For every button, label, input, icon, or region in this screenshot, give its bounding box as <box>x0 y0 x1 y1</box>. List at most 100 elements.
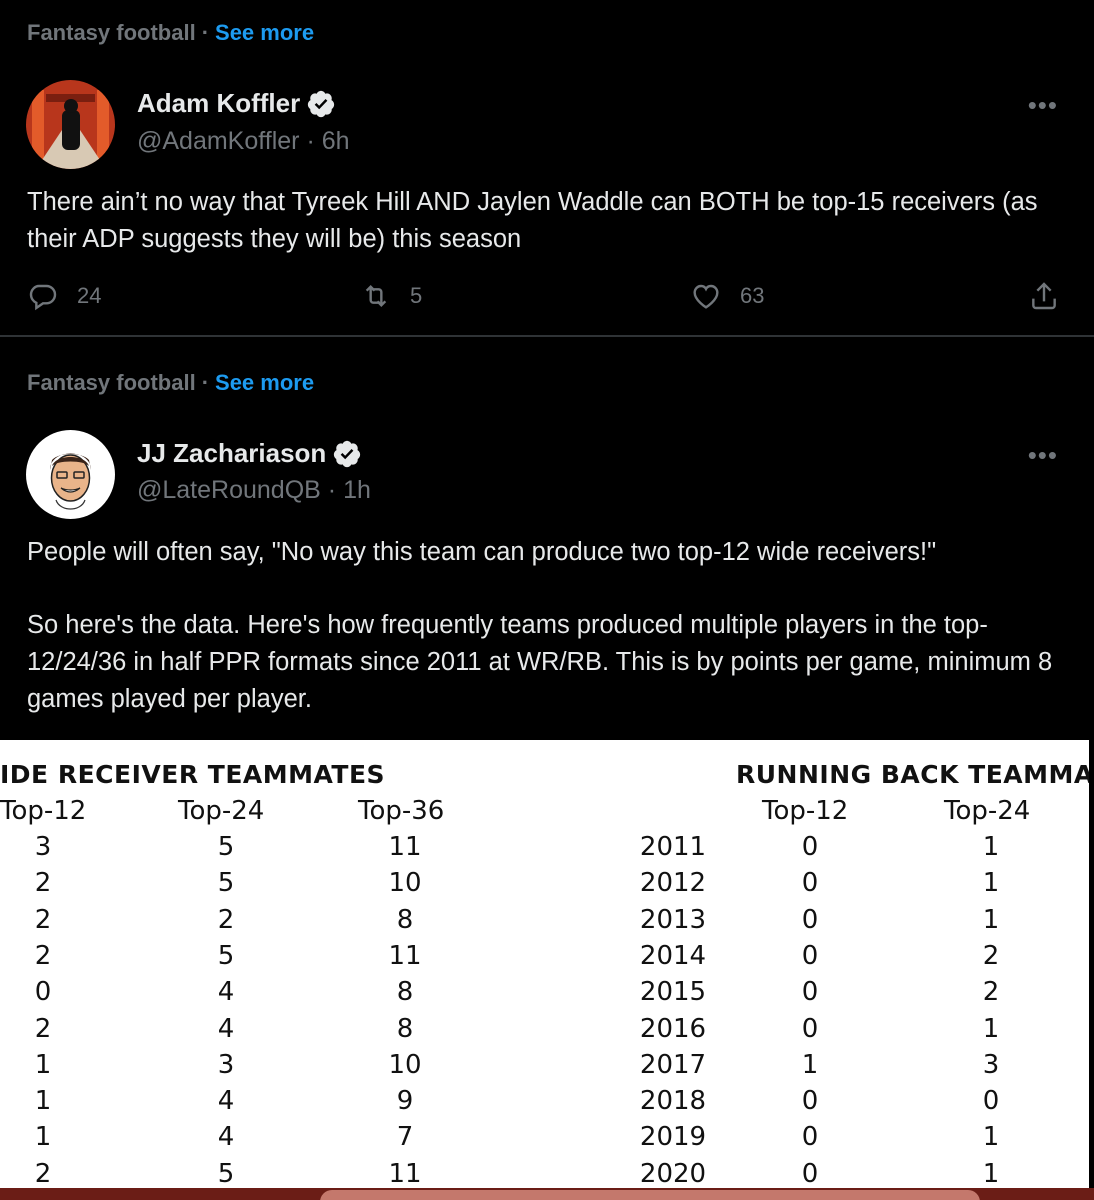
tweet-jj-zachariason[interactable]: Fantasy football · See more JJ Zachariason… <box>0 338 1094 740</box>
rb-top12-cell: 0 <box>801 940 819 971</box>
avatar-cartoon-icon <box>26 430 115 519</box>
retweet-icon <box>365 284 387 308</box>
wr-top24-cell: 2 <box>217 904 235 935</box>
tweet-media-table[interactable]: IDE RECEIVER TEAMMATES RUNNING BACK TEAM… <box>0 740 1089 1188</box>
rb-header-top12: Top-12 <box>762 796 849 826</box>
separator: · <box>201 20 210 45</box>
rb-top12-cell: 0 <box>801 904 819 935</box>
wr-top12-cell: 2 <box>34 1158 52 1188</box>
wr-top36-cell: 10 <box>388 1049 422 1080</box>
rb-top24-cell: 1 <box>982 868 1000 899</box>
wr-header-top12: Top-12 <box>0 796 87 826</box>
rb-top24-cell: 3 <box>982 1049 1000 1080</box>
tweet-adam-koffler[interactable]: Fantasy football · See more Adam Koffler @… <box>0 0 1094 337</box>
wr-top24-cell: 4 <box>217 977 235 1008</box>
wr-top24-cell: 4 <box>217 1013 235 1044</box>
wr-top24-cell: 5 <box>217 832 235 862</box>
wr-top24-cell: 5 <box>217 1158 235 1188</box>
reply-icon <box>29 284 57 311</box>
rb-top12-cell: 1 <box>801 1049 819 1080</box>
year-cell: 2011 <box>639 832 707 862</box>
wr-top36-cell: 10 <box>388 868 422 899</box>
rb-top12-cell: 0 <box>801 1158 819 1188</box>
see-more-link[interactable]: See more <box>215 20 314 45</box>
separator: · <box>327 476 337 504</box>
see-more-link[interactable]: See more <box>215 370 314 395</box>
wr-top36-cell: 11 <box>388 1158 422 1188</box>
year-cell: 2019 <box>639 1122 707 1153</box>
like-count: 63 <box>740 283 765 308</box>
author-name-row: Adam Koffler <box>137 88 336 119</box>
wr-top36-cell: 11 <box>388 940 422 971</box>
wr-top36-cell: 11 <box>388 832 422 862</box>
wr-top12-cell: 1 <box>34 1122 52 1153</box>
author-name[interactable]: Adam Koffler <box>137 88 300 119</box>
reply-count: 24 <box>77 283 102 308</box>
year-cell: 2018 <box>639 1086 707 1117</box>
author-handle[interactable]: @AdamKoffler <box>137 127 300 155</box>
topic-context: Fantasy football · See more <box>27 20 314 46</box>
rb-top12-cell: 0 <box>801 1013 819 1044</box>
wr-top12-cell: 2 <box>34 1013 52 1044</box>
wr-header-top24: Top-24 <box>178 796 265 826</box>
retweet-button[interactable]: 5 <box>360 280 422 312</box>
heart-icon <box>693 284 719 309</box>
wr-top36-cell: 8 <box>396 977 414 1008</box>
rb-top12-cell: 0 <box>801 832 819 862</box>
rb-top12-cell: 0 <box>801 1122 819 1153</box>
rb-top24-cell: 0 <box>982 1086 1000 1117</box>
author-handle[interactable]: @LateRoundQB <box>137 476 321 504</box>
year-cell: 2015 <box>639 977 707 1008</box>
author-handle-row: @LateRoundQB · 1h <box>137 476 371 505</box>
wr-top12-cell: 1 <box>34 1049 52 1080</box>
wr-top24-cell: 5 <box>217 868 235 899</box>
tweet-body: There ain’t no way that Tyreek Hill AND … <box>27 188 1038 253</box>
verified-badge-icon <box>308 90 335 117</box>
more-options-button[interactable]: ••• <box>1028 90 1058 121</box>
rb-top24-cell: 1 <box>982 832 1000 862</box>
rb-top24-cell: 1 <box>982 1013 1000 1044</box>
year-cell: 2013 <box>639 904 707 935</box>
reply-button[interactable]: 24 <box>27 280 101 312</box>
topic-context: Fantasy football · See more <box>27 370 314 396</box>
separator: · <box>201 370 210 395</box>
rb-top24-cell: 1 <box>982 1158 1000 1188</box>
wr-top12-cell: 2 <box>34 868 52 899</box>
wr-top12-cell: 1 <box>34 1086 52 1117</box>
more-options-button[interactable]: ••• <box>1028 440 1058 471</box>
wr-header-top36: Top-36 <box>358 796 445 826</box>
rb-top12-cell: 0 <box>801 977 819 1008</box>
avatar[interactable] <box>26 80 115 169</box>
rb-top24-cell: 2 <box>982 977 1000 1008</box>
author-name-row: JJ Zachariason <box>137 438 362 469</box>
like-button[interactable]: 63 <box>690 280 764 312</box>
tweet-text: There ain’t no way that Tyreek Hill AND … <box>27 184 1072 258</box>
rb-header-top24: Top-24 <box>944 796 1031 826</box>
rb-top24-cell: 2 <box>982 940 1000 971</box>
rb-top24-cell: 1 <box>982 1122 1000 1153</box>
verified-badge-icon <box>334 440 361 467</box>
share-button[interactable] <box>1028 280 1060 312</box>
topic-label: Fantasy football <box>27 370 196 395</box>
wr-top36-cell: 9 <box>396 1086 414 1117</box>
timestamp[interactable]: 6h <box>322 127 350 155</box>
avatar-photo-icon <box>26 80 115 169</box>
timestamp[interactable]: 1h <box>343 476 371 504</box>
year-cell: 2012 <box>639 868 707 899</box>
window-edge <box>1089 740 1094 1200</box>
wr-top12-cell: 3 <box>34 832 52 862</box>
wr-top12-cell: 2 <box>34 904 52 935</box>
topic-label: Fantasy football <box>27 20 196 45</box>
year-cell: 2016 <box>639 1013 707 1044</box>
year-cell: 2017 <box>639 1049 707 1080</box>
year-cell: 2014 <box>639 940 707 971</box>
wr-top24-cell: 4 <box>217 1086 235 1117</box>
wr-top36-cell: 7 <box>396 1122 414 1153</box>
author-handle-row: @AdamKoffler · 6h <box>137 127 350 156</box>
rb-top12-cell: 0 <box>801 1086 819 1117</box>
wr-table-title: IDE RECEIVER TEAMMATES <box>0 760 386 789</box>
rb-table-title: RUNNING BACK TEAMMA <box>736 760 1089 789</box>
tweet-body-paragraph: People will often say, "No way this team… <box>27 538 937 566</box>
avatar[interactable] <box>26 430 115 519</box>
author-name[interactable]: JJ Zachariason <box>137 438 326 469</box>
